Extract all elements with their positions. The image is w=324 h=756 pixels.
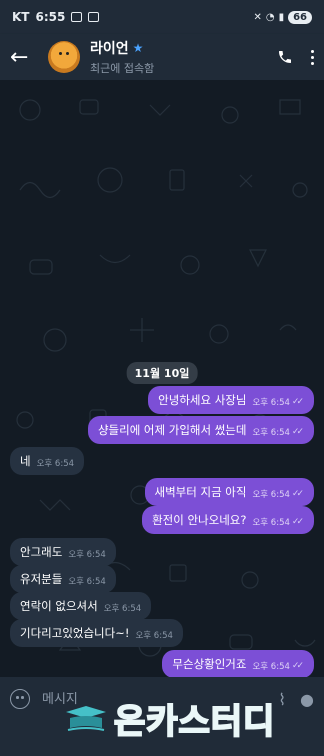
read-checkmark-icon: ✓✓ — [291, 397, 304, 407]
chat-area[interactable]: 11월 10일 안녕하세요 사장님 오후 6:54 ✓✓ 샹들리에 어제 가입해서… — [0, 80, 324, 677]
emoji-icon[interactable] — [10, 689, 30, 709]
message-text: 새벽부터 지금 아직 — [154, 485, 247, 499]
message-time: 오후 6:54 — [252, 662, 290, 672]
back-arrow-icon[interactable]: ← — [10, 45, 36, 70]
message-bubble-outgoing[interactable]: 새벽부터 지금 아직 오후 6:54 ✓✓ — [144, 478, 314, 506]
read-checkmark-icon: ✓✓ — [291, 427, 304, 437]
status-bar: KT 6:55 ✕ ◔ ▮ 66 — [0, 0, 324, 34]
message-time: 오후 6:54 — [103, 604, 142, 614]
message-text: 네 — [20, 454, 31, 468]
message-time: 오후 6:54 — [252, 398, 290, 408]
message-bubble-outgoing[interactable]: 무슨상황인거죠 오후 6:54 ✓✓ — [162, 650, 314, 677]
read-checkmark-icon: ✓✓ — [291, 517, 304, 527]
message-time: 오후 6:54 — [252, 490, 290, 500]
contact-name: 라이언 — [90, 41, 129, 57]
message-time: 오후 6:54 — [135, 631, 173, 641]
wifi-icon: ◔ — [265, 11, 275, 23]
battery-indicator: 66 — [288, 10, 312, 24]
message-bubble-incoming[interactable]: 유저분들 오후 6:54 — [10, 565, 116, 593]
message-text: 안그래도 — [20, 545, 63, 559]
message-text: 연락이 없으셔서 — [20, 599, 98, 613]
message-time: 오후 6:54 — [68, 550, 106, 560]
message-text: 샹들리에 어제 가입해서 썼는데 — [97, 423, 247, 437]
message-bubble-outgoing[interactable]: 환전이 안나오네요? 오후 6:54 ✓✓ — [142, 506, 314, 534]
message-input-bar: ⌇ ● — [0, 677, 324, 721]
message-bubble-incoming[interactable]: 안그래도 오후 6:54 — [10, 538, 116, 566]
message-time: 오후 6:54 — [68, 577, 106, 587]
last-seen-status: 최근에 접속함 — [90, 62, 155, 75]
message-time: 오후 6:54 — [252, 518, 290, 528]
gallery-notification-icon — [88, 12, 100, 22]
notification-icon — [71, 12, 83, 22]
system-navigation-bar — [0, 721, 324, 756]
clock: 6:55 — [35, 10, 66, 24]
message-text: 유저분들 — [20, 572, 63, 586]
microphone-icon[interactable]: ● — [300, 690, 314, 709]
read-checkmark-icon: ✓✓ — [291, 661, 304, 671]
paperclip-icon[interactable]: ⌇ — [278, 690, 286, 709]
message-text: 안녕하세요 사장님 — [158, 393, 247, 407]
message-input[interactable] — [42, 691, 265, 707]
message-bubble-outgoing[interactable]: 샹들리에 어제 가입해서 썼는데 오후 6:54 ✓✓ — [87, 416, 314, 444]
read-checkmark-icon: ✓✓ — [291, 489, 304, 499]
carrier-label: KT — [12, 10, 30, 24]
message-text: 환전이 안나오네요? — [152, 513, 247, 527]
message-bubble-incoming[interactable]: 네 오후 6:54 — [10, 447, 85, 475]
signal-icon: ▮ — [278, 11, 285, 23]
contact-info[interactable]: 라이언 ★ 최근에 접속함 — [90, 38, 154, 76]
message-bubble-incoming[interactable]: 기다리고있었습니다~! 오후 6:54 — [10, 619, 183, 647]
star-icon: ★ — [132, 41, 144, 55]
message-bubble-outgoing[interactable]: 안녕하세요 사장님 오후 6:54 ✓✓ — [148, 386, 314, 414]
message-time: 오후 6:54 — [36, 459, 75, 469]
message-bubble-incoming[interactable]: 연락이 없으셔서 오후 6:54 — [10, 592, 152, 620]
phone-icon[interactable] — [277, 49, 293, 65]
mute-icon: ✕ — [253, 11, 262, 23]
more-vertical-icon[interactable] — [311, 49, 314, 65]
contact-avatar[interactable] — [48, 41, 80, 73]
message-text: 무슨상황인거죠 — [172, 657, 247, 671]
message-text: 기다리고있었습니다~! — [20, 626, 130, 640]
date-separator: 11월 10일 — [126, 362, 198, 384]
chat-header: ← 라이언 ★ 최근에 접속함 — [0, 34, 324, 80]
message-time: 오후 6:54 — [252, 428, 290, 438]
